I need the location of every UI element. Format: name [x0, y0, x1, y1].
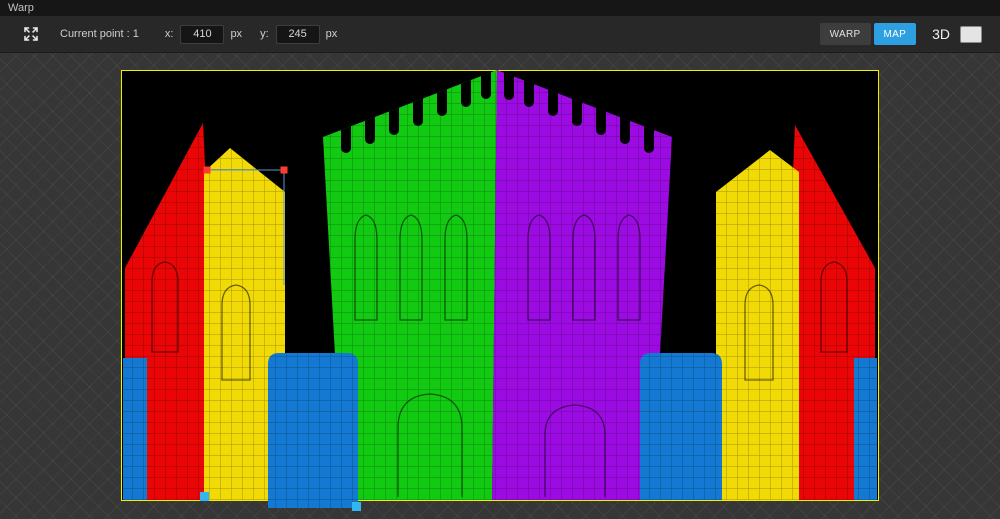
surface-yellow-tower-right[interactable] — [716, 150, 799, 500]
title-bar: Warp — [0, 0, 1000, 16]
warp-window: Warp Current point : 1 x: px y: px WARP … — [0, 0, 1000, 519]
surface-blue-gate-right[interactable] — [640, 353, 722, 500]
surface-blue-gate-left[interactable] — [268, 353, 358, 508]
x-unit-label: px — [230, 28, 243, 40]
y-unit-label: px — [325, 28, 338, 40]
surface-handle-cyan[interactable] — [352, 502, 361, 511]
window-title: Warp — [8, 2, 34, 14]
3d-checkbox[interactable] — [960, 25, 982, 43]
surface-handle-cyan[interactable] — [200, 492, 209, 501]
warp-point-handle-red[interactable] — [203, 166, 211, 174]
y-coordinate-input[interactable] — [275, 24, 320, 44]
x-label: x: — [164, 28, 174, 40]
canvas-area[interactable] — [0, 53, 1000, 519]
move-arrows-icon — [23, 26, 39, 42]
mapping-surface[interactable] — [121, 70, 879, 511]
surface-blue-strip-left[interactable] — [123, 358, 147, 500]
surface-blue-strip-right[interactable] — [854, 358, 877, 500]
map-mode-button[interactable]: MAP — [873, 23, 917, 45]
warp-point-handle-red[interactable] — [280, 166, 288, 174]
warp-mode-button[interactable]: WARP — [819, 23, 871, 45]
y-label: y: — [260, 28, 269, 40]
3d-label: 3D — [932, 26, 950, 42]
move-tool-button[interactable] — [18, 21, 44, 47]
toolbar: Current point : 1 x: px y: px WARP MAP 3… — [0, 16, 1000, 53]
current-point-label: Current point : 1 — [60, 28, 139, 40]
x-coordinate-input[interactable] — [180, 24, 225, 44]
